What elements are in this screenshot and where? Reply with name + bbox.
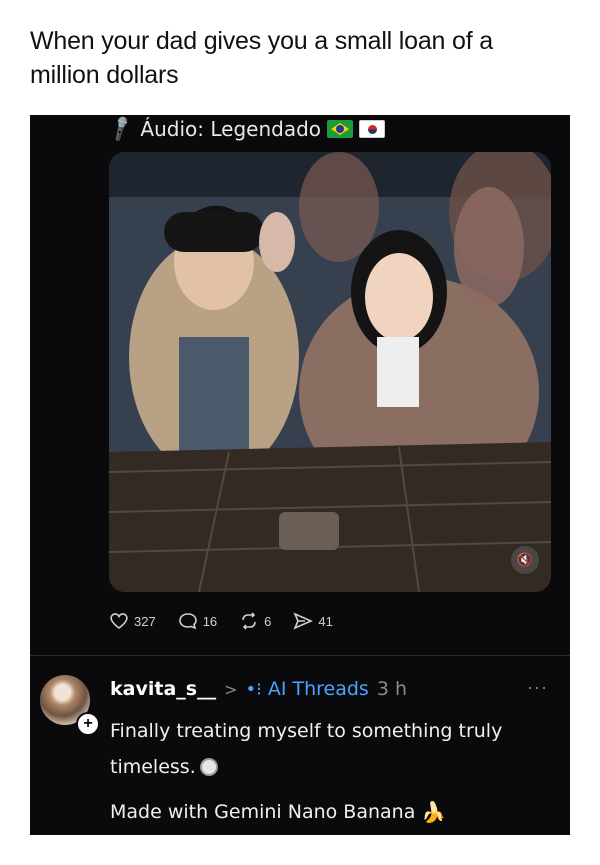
reply-text: Finally treating myself to something tru… <box>110 720 503 778</box>
threads-post: 🎤 Áudio: Legendado 🔇 327 16 6 41 + kavit… <box>30 115 570 835</box>
reply-body: Finally treating myself to something tru… <box>110 713 530 785</box>
reply-meta: kavita_s__ > •⁝ AI Threads 3 h <box>110 678 407 700</box>
video-frame-illustration <box>109 152 551 592</box>
send-icon <box>293 612 314 630</box>
audio-label: Áudio: Legendado <box>140 117 322 141</box>
ai-threads-icon: •⁝ <box>245 678 262 700</box>
brazil-flag-icon <box>327 120 354 138</box>
comment-icon <box>178 613 197 630</box>
timestamp: 3 h <box>376 678 407 700</box>
share-button[interactable]: 41 <box>293 612 333 630</box>
reply-count: 16 <box>202 613 218 629</box>
more-options-button[interactable]: ··· <box>527 677 548 698</box>
made-with-text: Made with Gemini Nano Banana <box>110 801 416 823</box>
banana-icon: 🍌 <box>421 800 447 824</box>
post-actions: 327 16 6 41 <box>109 612 355 630</box>
username-link[interactable]: kavita_s__ <box>110 678 216 700</box>
microphone-icon: 🎤 <box>106 115 137 144</box>
repost-button[interactable]: 6 <box>239 612 271 630</box>
audio-label-row: 🎤 Áudio: Legendado <box>106 115 386 144</box>
repost-count: 6 <box>264 613 272 629</box>
muted-speaker-icon[interactable]: 🔇 <box>511 546 539 574</box>
chevron-right-icon: > <box>224 679 238 699</box>
share-count: 41 <box>318 613 333 629</box>
like-button[interactable]: 327 <box>109 612 156 630</box>
south-korea-flag-icon <box>359 120 386 138</box>
follow-plus-icon[interactable]: + <box>76 712 100 736</box>
post-video[interactable]: 🔇 <box>109 152 551 592</box>
community-link[interactable]: AI Threads <box>268 678 369 700</box>
meme-caption: When your dad gives you a small loan of … <box>30 27 493 89</box>
repost-icon <box>242 612 256 630</box>
made-with-line: Made with Gemini Nano Banana 🍌 <box>110 800 446 824</box>
heart-icon <box>110 613 128 630</box>
watch-icon <box>199 758 218 776</box>
post-divider <box>30 655 570 656</box>
reply-button[interactable]: 16 <box>178 612 217 630</box>
like-count: 327 <box>134 613 156 629</box>
